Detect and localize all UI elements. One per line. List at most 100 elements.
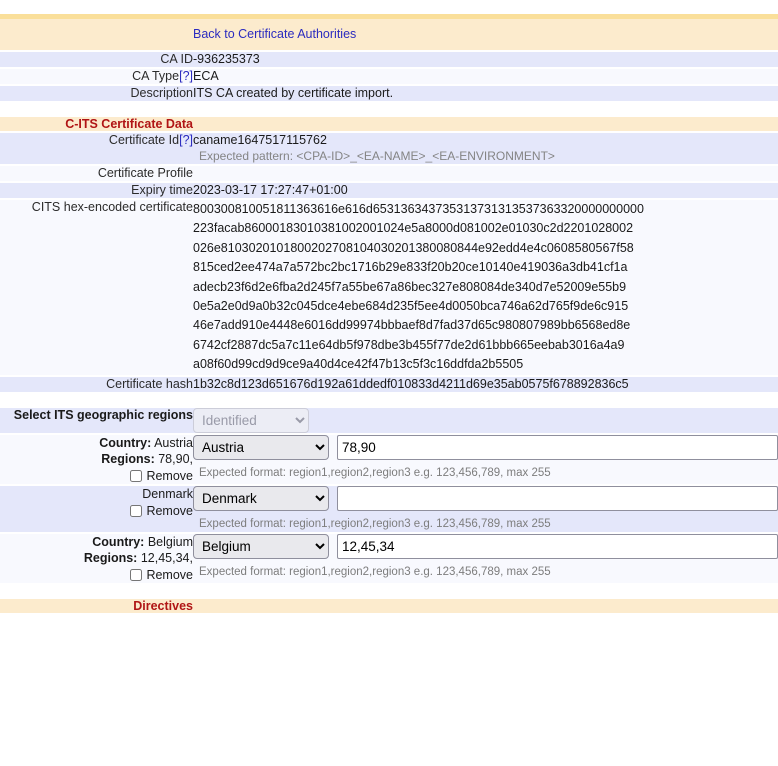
certificate-id-help-icon[interactable]: [?] — [179, 133, 193, 147]
description-value: ITS CA created by certificate import. — [193, 85, 778, 102]
spacer-row-3 — [0, 584, 778, 599]
certificate-id-value: caname1647517115762 — [193, 133, 327, 147]
region-remove-austria[interactable]: Remove — [0, 468, 193, 484]
region-country-prefix-belgium: Country: — [92, 535, 144, 549]
region-country-name-belgium: Belgium — [148, 535, 193, 549]
back-link-cell: Back to Certificate Authorities — [193, 19, 778, 51]
region-fields-belgium: Belgium Expected format: region1,region2… — [193, 533, 778, 584]
cits-section-header-spacer — [193, 117, 778, 132]
back-to-certificate-authorities-link[interactable]: Back to Certificate Authorities — [193, 27, 356, 41]
region-entry-label-belgium: Country: Belgium Regions: 12,45,34, Remo… — [0, 533, 193, 584]
hex-certificate-line: 0e5a2e0d9a0b32c045dce4ebe684d235f5ee4d00… — [193, 297, 633, 316]
cits-section-title: C-ITS Certificate Data — [0, 117, 193, 132]
row-region-entry-austria: Country: Austria Regions: 78,90, Remove — [0, 434, 778, 485]
back-link-label-cell — [0, 19, 193, 51]
region-remove-checkbox-belgium[interactable] — [130, 569, 142, 581]
region-remove-denmark[interactable]: Remove — [0, 503, 193, 519]
region-country-select-denmark[interactable]: Denmark — [193, 486, 329, 511]
expiry-time-value: 2023-03-17 17:27:47+01:00 — [193, 182, 778, 199]
region-simple-label-denmark: Denmark — [0, 486, 193, 502]
row-certificate-profile: Certificate Profile — [0, 165, 778, 182]
region-remove-label-austria: Remove — [146, 469, 193, 483]
region-country-prefix-austria: Country: — [99, 436, 151, 450]
region-regions-prefix-austria: Regions: — [101, 452, 154, 466]
region-inputs-row-belgium: Belgium — [193, 534, 778, 559]
spacer-row-1 — [0, 102, 778, 117]
region-remove-checkbox-austria[interactable] — [130, 470, 142, 482]
region-format-hint-belgium: Expected format: region1,region2,region3… — [193, 559, 778, 580]
region-remove-label-belgium: Remove — [146, 568, 193, 582]
hex-certificate-line: 026e810302010180020270810403020138008084… — [193, 239, 633, 258]
region-inputs-row-austria: Austria — [193, 435, 778, 460]
certificate-profile-value — [193, 165, 778, 182]
region-inputs-row-denmark: Denmark — [193, 486, 778, 511]
spacer-cell-1 — [0, 102, 778, 117]
region-remove-label-denmark: Remove — [146, 504, 193, 518]
ca-type-label-text: CA Type — [132, 69, 179, 83]
geo-mode-cell: Identified — [193, 408, 778, 434]
certificate-id-pattern-hint: Expected pattern: <CPA-ID>_<EA-NAME>_<EA… — [193, 148, 778, 164]
spacer-cell-2 — [0, 393, 778, 408]
region-regions-line-belgium: Regions: 12,45,34, — [0, 550, 193, 566]
region-country-select-austria[interactable]: Austria — [193, 435, 329, 460]
directives-title: Directives — [0, 599, 193, 614]
region-entry-label-denmark: Denmark Remove — [0, 485, 193, 533]
ca-id-label: CA ID — [0, 51, 193, 68]
ca-details-page: Back to Certificate Authorities CA ID -9… — [0, 0, 778, 637]
ca-type-help-icon[interactable]: [?] — [179, 69, 193, 83]
geo-section-label: Select ITS geographic regions — [0, 408, 193, 434]
region-remove-belgium[interactable]: Remove — [0, 567, 193, 583]
ca-type-label: CA Type[?] — [0, 68, 193, 85]
row-certificate-id: Certificate Id[?] caname1647517115762 Ex… — [0, 132, 778, 165]
ca-details-table: Back to Certificate Authorities CA ID -9… — [0, 19, 778, 615]
hex-certificate-value-cell: 800300810051811363616e616d65313634373531… — [193, 199, 778, 376]
row-expiry-time: Expiry time 2023-03-17 17:27:47+01:00 — [0, 182, 778, 199]
bottom-white-gap — [0, 615, 778, 637]
row-ca-type: CA Type[?] ECA — [0, 68, 778, 85]
region-format-hint-austria: Expected format: region1,region2,region3… — [193, 460, 778, 481]
row-region-entry-denmark: Denmark Remove Denmark Expected format: … — [0, 485, 778, 533]
hex-certificate-line: 223facab86000183010381002001024e5a8000d0… — [193, 219, 633, 238]
region-country-select-belgium[interactable]: Belgium — [193, 534, 329, 559]
region-regions-values-austria: 78,90 — [158, 452, 189, 466]
certificate-hash-value: 1b32c8d123d651676d192a61ddedf010833d4211… — [193, 376, 778, 393]
hex-certificate-line: adecb23f6d2e6fba2d245f7a55be67a86bec327e… — [193, 278, 633, 297]
region-remove-checkbox-denmark[interactable] — [130, 505, 142, 517]
geo-mode-select[interactable]: Identified — [193, 408, 309, 433]
region-regions-line-austria: Regions: 78,90, — [0, 451, 193, 467]
row-directives-header: Directives — [0, 599, 778, 614]
ca-id-value: -936235373 — [193, 51, 778, 68]
top-white-gap — [0, 0, 778, 14]
description-label: Description — [0, 85, 193, 102]
row-ca-id: CA ID -936235373 — [0, 51, 778, 68]
row-cits-section-header: C-ITS Certificate Data — [0, 117, 778, 132]
region-country-line-belgium: Country: Belgium — [0, 534, 193, 550]
certificate-id-value-cell: caname1647517115762 Expected pattern: <C… — [193, 132, 778, 165]
hex-certificate-line: 815ced2ee474a7a572bc2bc1716b29e833f20b20… — [193, 258, 633, 277]
hex-certificate-line: 6742cf2887dc5a7c11e64db5f978dbe3b455f77d… — [193, 336, 633, 355]
region-entry-label-austria: Country: Austria Regions: 78,90, Remove — [0, 434, 193, 485]
region-country-line-austria: Country: Austria — [0, 435, 193, 451]
hex-certificate-line: a08f60d99cd9d9ce9a40d4ce42f47b13c5f3c16d… — [193, 355, 633, 374]
row-certificate-hash: Certificate hash 1b32c8d123d651676d192a6… — [0, 376, 778, 393]
region-country-name-austria: Austria — [154, 436, 193, 450]
region-regions-input-austria[interactable] — [337, 435, 778, 460]
region-regions-input-belgium[interactable] — [337, 534, 778, 559]
hex-certificate-line: 800300810051811363616e616d65313634373531… — [193, 200, 633, 219]
hex-certificate-label: CITS hex-encoded certificate — [0, 199, 193, 376]
certificate-profile-label: Certificate Profile — [0, 165, 193, 182]
region-fields-austria: Austria Expected format: region1,region2… — [193, 434, 778, 485]
region-regions-input-denmark[interactable] — [337, 486, 778, 511]
row-back-link: Back to Certificate Authorities — [0, 19, 778, 51]
region-regions-values-belgium: 12,45,34 — [141, 551, 190, 565]
hex-certificate-value: 800300810051811363616e616d65313634373531… — [193, 200, 633, 375]
row-hex-certificate: CITS hex-encoded certificate 80030081005… — [0, 199, 778, 376]
row-geo-select-mode: Select ITS geographic regions Identified — [0, 408, 778, 434]
row-description: Description ITS CA created by certificat… — [0, 85, 778, 102]
ca-type-value: ECA — [193, 68, 778, 85]
hex-certificate-line: 46e7add910e4448e6016dd99974bbbaef8d7fad3… — [193, 316, 633, 335]
certificate-id-label-text: Certificate Id — [109, 133, 179, 147]
expiry-time-label: Expiry time — [0, 182, 193, 199]
directives-header-spacer — [193, 599, 778, 614]
row-region-entry-belgium: Country: Belgium Regions: 12,45,34, Remo… — [0, 533, 778, 584]
